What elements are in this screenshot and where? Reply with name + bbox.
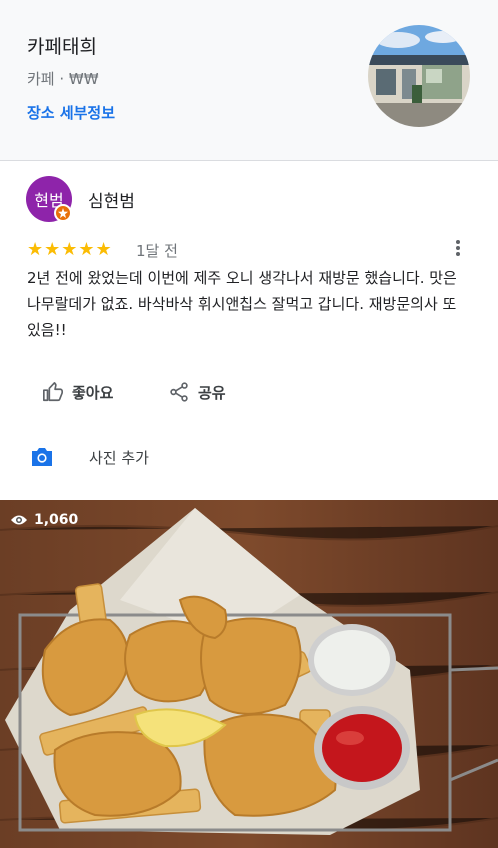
reviewer-name[interactable]: 심현범 (88, 187, 135, 212)
more-options-icon[interactable] (452, 239, 464, 257)
thumbs-up-icon (43, 382, 63, 402)
add-photo-button[interactable]: 사진 추가 (30, 446, 149, 468)
review-time: 1달 전 (136, 242, 178, 260)
share-button[interactable]: 공유 (168, 379, 226, 405)
photo-view-count: 1,060 (10, 512, 78, 528)
like-label: 좋아요 (72, 383, 114, 402)
share-icon (170, 382, 188, 402)
local-guide-badge-icon (54, 204, 72, 222)
fish-and-chips-image (0, 500, 498, 848)
camera-icon (32, 448, 52, 466)
place-thumbnail-image (368, 25, 470, 127)
place-header: 카페태희 카페 · ₩₩ 장소 세부정보 (0, 0, 498, 161)
share-label: 공유 (198, 383, 226, 402)
star-rating: ★★★★★ (27, 239, 113, 260)
view-count: 1,060 (34, 512, 79, 528)
like-button[interactable]: 좋아요 (42, 379, 113, 405)
place-meta: 카페 · ₩₩ (27, 70, 99, 88)
eye-icon (11, 515, 27, 525)
review-text: 2년 전에 왔었는데 이번에 제주 오니 생각나서 재방문 했습니다. 맛은 나… (27, 269, 457, 339)
add-photo-label: 사진 추가 (89, 448, 149, 467)
place-name: 카페태희 (27, 36, 97, 58)
review-photo[interactable]: 1,060 (0, 500, 498, 848)
place-details-link[interactable]: 장소 세부정보 (27, 102, 115, 123)
place-thumbnail[interactable] (368, 25, 470, 127)
